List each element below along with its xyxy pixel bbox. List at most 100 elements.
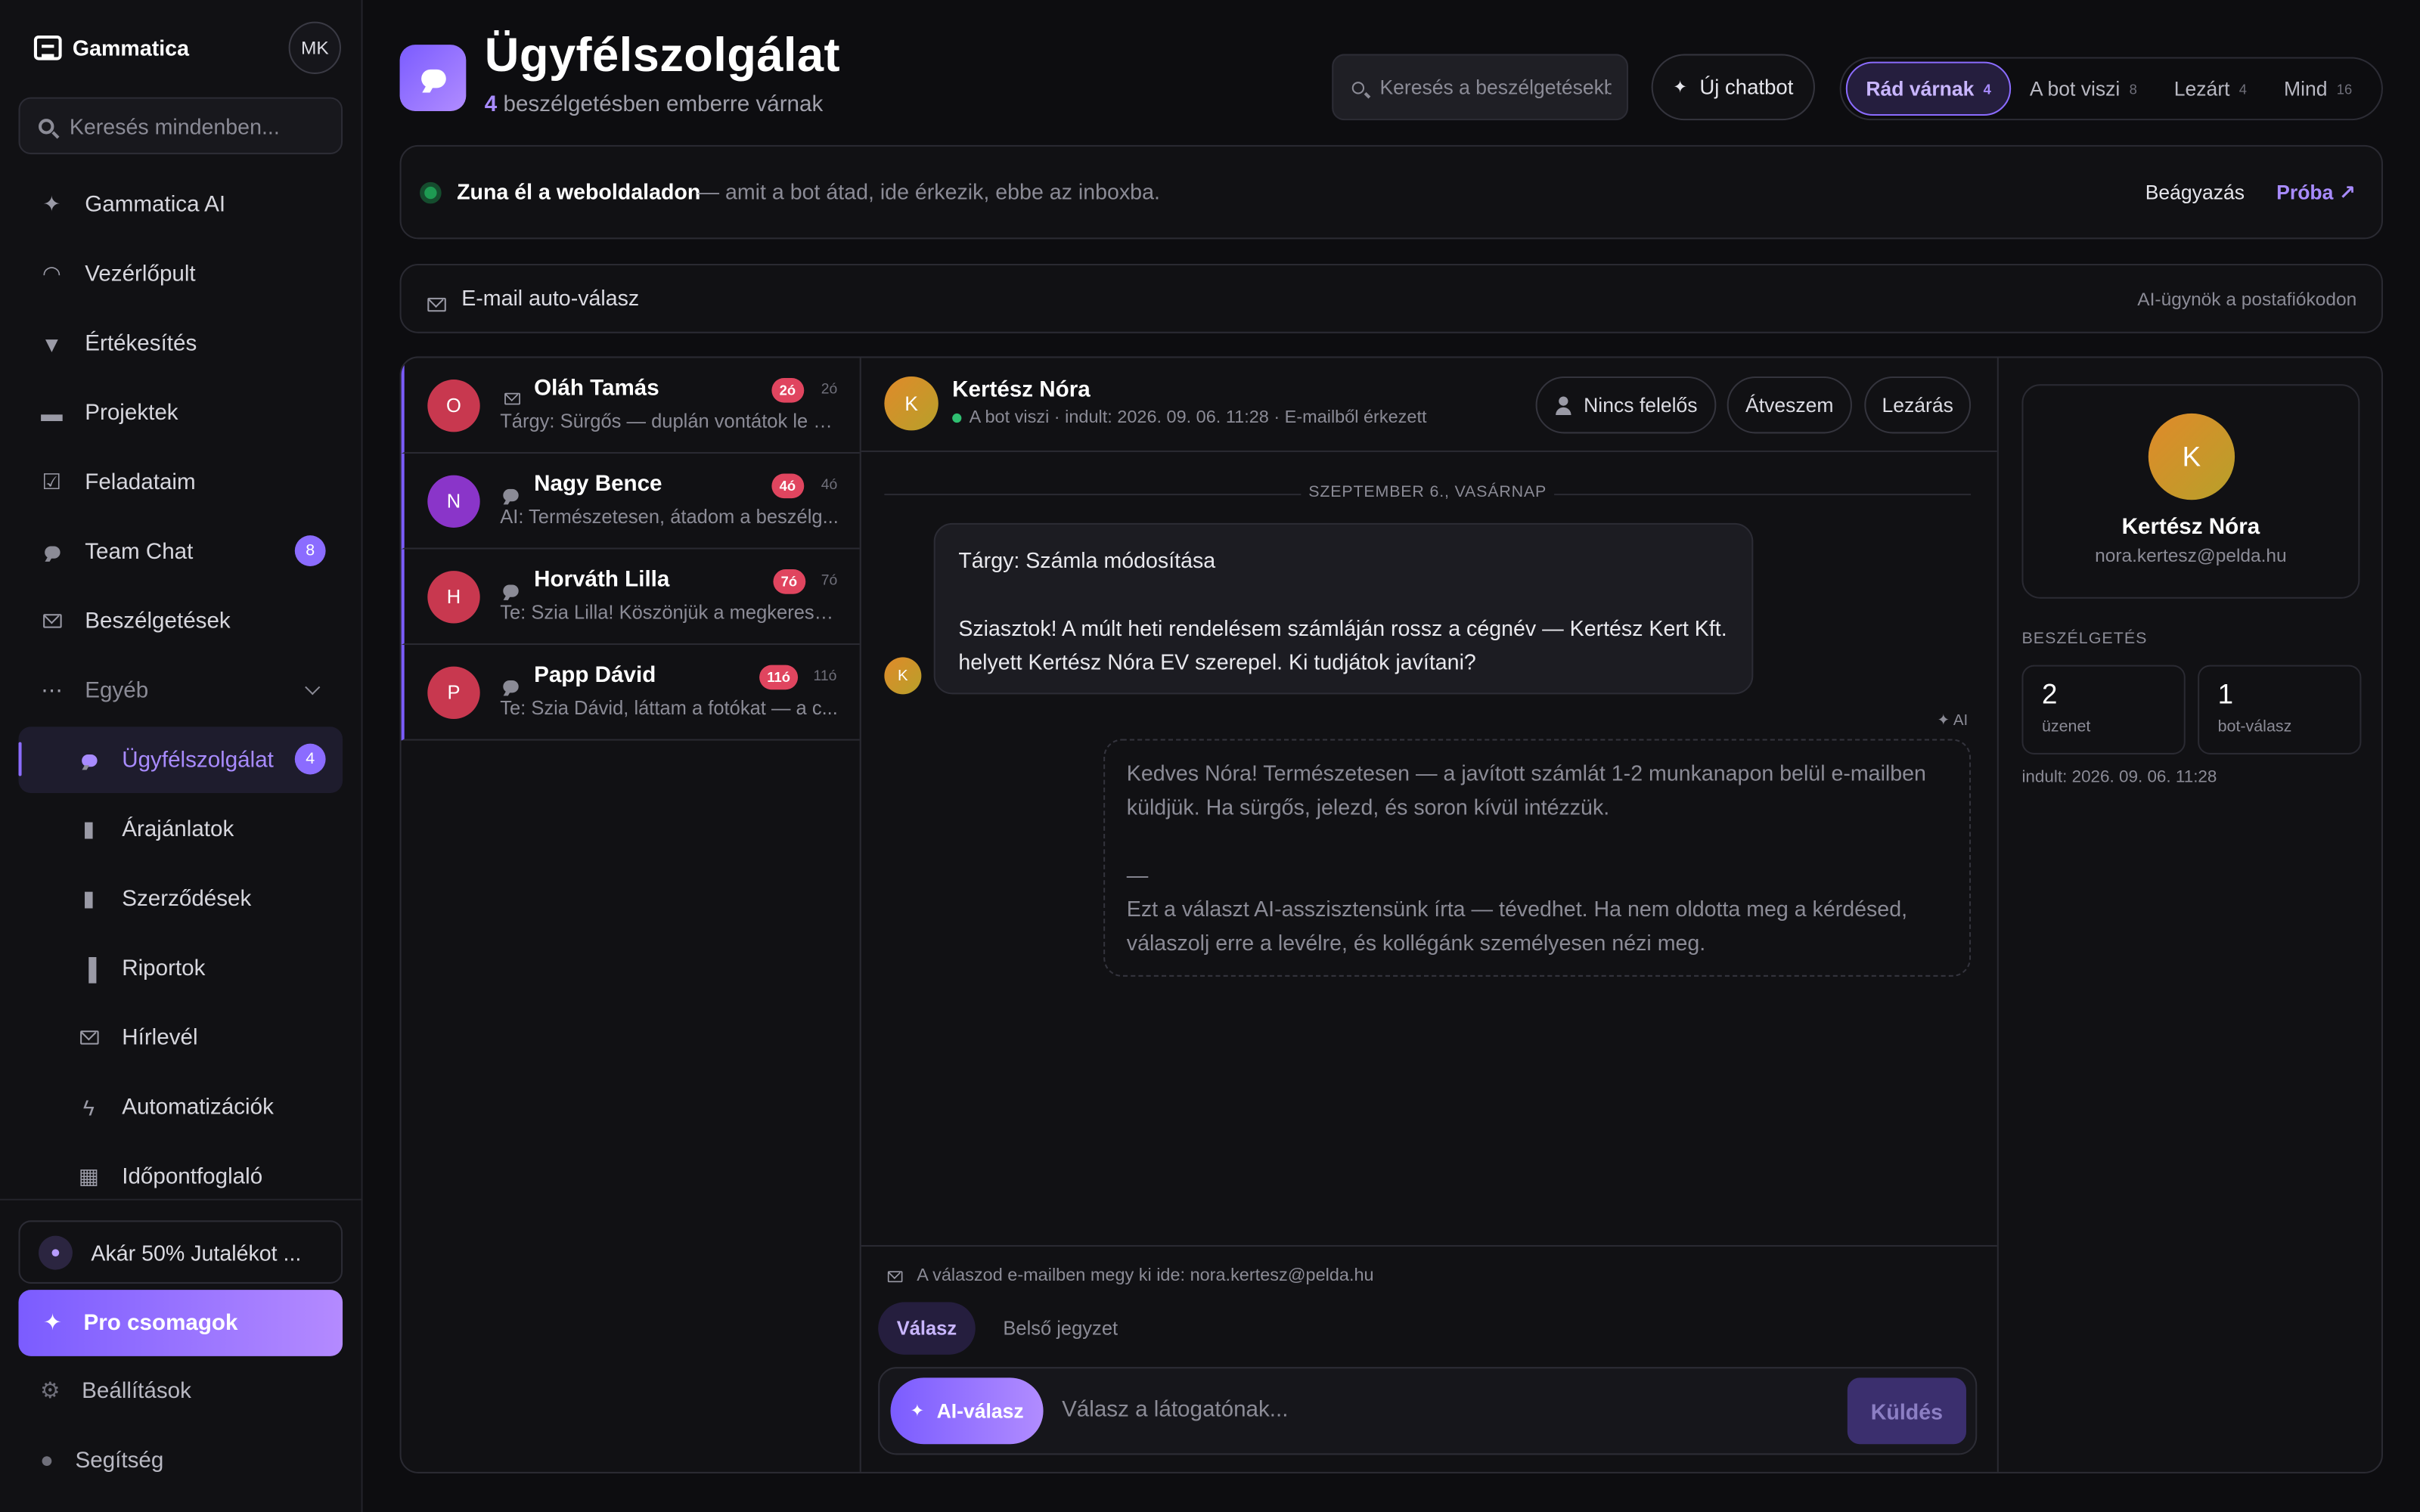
pro-plans-label: Pro csomagok bbox=[83, 1310, 238, 1336]
sidebar-item-sales[interactable]: ▼ Értékesítés bbox=[0, 308, 363, 378]
sidebar-search-input[interactable] bbox=[69, 113, 317, 138]
document-icon: ▮ bbox=[82, 885, 95, 911]
page-subtitle: 4 beszélgetésben emberre várnak bbox=[485, 92, 823, 117]
conversation-header: K Kertész Nóra A bot viszi · indult: 202… bbox=[861, 358, 1997, 452]
sidebar-item-label: Automatizációk bbox=[122, 1094, 274, 1120]
sidebar-item-label: Riportok bbox=[122, 956, 206, 981]
filter-all[interactable]: Mind 16 bbox=[2266, 62, 2371, 116]
ai-reply-button[interactable]: ✦ AI-válasz bbox=[890, 1377, 1044, 1445]
chat-bubble-icon bbox=[420, 68, 445, 88]
email-autoreply-subtitle: AI-ügynök a postafiókodon bbox=[2137, 288, 2357, 311]
message-subject: Tárgy: Számla módosítása bbox=[958, 547, 1216, 573]
new-chatbot-button[interactable]: ✦ Új chatbot bbox=[1651, 54, 1815, 121]
tab-reply[interactable]: Válasz bbox=[878, 1302, 976, 1355]
status-filter: Rád várnak 4 A bot viszi 8 Lezárt 4 Mind… bbox=[1839, 57, 2383, 121]
avatar: H bbox=[427, 571, 480, 624]
brand-name: Gammatica bbox=[72, 35, 189, 60]
status-dot bbox=[952, 413, 962, 423]
folder-icon: ▬ bbox=[41, 400, 63, 426]
sidebar-item-customer-service[interactable]: Ügyfélszolgálat 4 bbox=[0, 725, 363, 795]
timestamp: 2ó bbox=[821, 381, 838, 398]
subtitle-text: beszélgetésben emberre várnak bbox=[497, 92, 824, 118]
sidebar-item-automations[interactable]: ϟ Automatizációk bbox=[0, 1072, 363, 1142]
help-link[interactable]: ● Segítség bbox=[40, 1444, 163, 1478]
promo-label: Akár 50% Jutalékot ... bbox=[91, 1239, 302, 1265]
bolt-icon: ϟ bbox=[82, 1094, 95, 1120]
user-avatar[interactable]: MK bbox=[288, 21, 342, 74]
person-icon bbox=[1554, 395, 1572, 414]
sidebar-item-projects[interactable]: ▬ Projektek bbox=[0, 378, 363, 448]
sidebar-item-conversations[interactable]: Beszélgetések bbox=[0, 587, 363, 656]
filter-closed[interactable]: Lezárt 4 bbox=[2155, 62, 2265, 116]
contact-email[interactable]: nora.kertesz@pelda.hu bbox=[2023, 544, 2358, 566]
mail-icon bbox=[503, 386, 521, 414]
conversation-item[interactable]: O Oláh Tamás 2ó 2ó Tárgy: Sürgős — duplá… bbox=[401, 358, 860, 454]
page-icon bbox=[399, 45, 467, 111]
active-indicator bbox=[18, 742, 22, 776]
conversation-item[interactable]: N Nagy Bence 4ó 4ó AI: Természetesen, át… bbox=[401, 453, 860, 550]
message-preview: Te: Szia Lilla! Köszönjük a megkeresé... bbox=[500, 601, 840, 624]
page-title: Ügyfélszolgálat bbox=[484, 27, 840, 82]
referral-promo[interactable]: ● Akár 50% Jutalékot ... bbox=[18, 1220, 343, 1284]
reply-input[interactable] bbox=[1062, 1391, 1803, 1429]
date-label: SZEPTEMBER 6., VASÁRNAP bbox=[1308, 482, 1547, 502]
tab-internal-note[interactable]: Belső jegyzet bbox=[985, 1302, 1137, 1354]
sidebar-search[interactable] bbox=[18, 97, 343, 155]
take-over-button[interactable]: Átveszem bbox=[1727, 376, 1852, 434]
sidebar-item-quotes[interactable]: ▮ Árajánlatok bbox=[0, 795, 363, 864]
document-icon: ▮ bbox=[82, 816, 95, 841]
avatar: O bbox=[427, 380, 480, 432]
embed-link[interactable]: Beágyazás bbox=[2145, 181, 2245, 204]
chat-icon bbox=[503, 577, 519, 605]
sidebar-item-label: Beszélgetések bbox=[85, 609, 231, 634]
conversation-item[interactable]: P Papp Dávid 11ó 11ó Te: Szia Dávid, lát… bbox=[401, 645, 860, 741]
sidebar-item-team-chat[interactable]: Team Chat 8 bbox=[0, 517, 363, 587]
conversation-meta: A bot viszi · indult: 2026. 09. 06. 11:2… bbox=[952, 409, 1426, 427]
filter-waiting[interactable]: Rád várnak 4 bbox=[1845, 61, 2012, 116]
stat-bot-replies: 1 bot-válasz bbox=[2198, 665, 2362, 754]
sidebar-item-tasks[interactable]: ☑ Feladataim bbox=[0, 448, 363, 517]
assignee-button[interactable]: Nincs felelős bbox=[1535, 376, 1717, 434]
more-icon: ⋯ bbox=[41, 677, 63, 702]
email-autoreply-banner[interactable]: E-mail auto-válasz AI-ügynök a postafiók… bbox=[399, 263, 2383, 333]
sidebar-item-contracts[interactable]: ▮ Szerződések bbox=[0, 864, 363, 934]
started-at: indult: 2026. 09. 06. 11:28 bbox=[2021, 768, 2217, 787]
ai-reply-label: AI-válasz bbox=[936, 1399, 1024, 1423]
sidebar-item-label: Gammatica AI bbox=[85, 192, 226, 217]
filter-label: A bot viszi bbox=[2029, 77, 2121, 101]
settings-link[interactable]: ⚙ Beállítások bbox=[40, 1374, 191, 1408]
live-title: Zuna él a weboldaladon bbox=[457, 178, 701, 204]
conversation-search[interactable] bbox=[1332, 54, 1629, 121]
filter-count: 4 bbox=[1983, 81, 1991, 97]
conversation-item[interactable]: H Horváth Lilla 7ó 7ó Te: Szia Lilla! Kö… bbox=[401, 549, 860, 646]
count-badge: 8 bbox=[294, 535, 326, 566]
sidebar-item-dashboard[interactable]: ◠ Vezérlőpult bbox=[0, 239, 363, 308]
wait-time-badge: 11ó bbox=[759, 665, 799, 690]
filter-label: Rád várnak bbox=[1866, 77, 1975, 101]
sidebar-item-gammatica-ai[interactable]: ✦ Gammatica AI bbox=[0, 169, 363, 239]
timestamp: 4ó bbox=[821, 476, 838, 494]
stat-messages: 2 üzenet bbox=[2021, 665, 2186, 754]
bar-chart-icon: ▐ bbox=[81, 956, 97, 981]
ai-reply-message: Kedves Nóra! Természetesen — a javított … bbox=[1103, 739, 1972, 977]
filter-bot[interactable]: A bot viszi 8 bbox=[2011, 62, 2155, 116]
sidebar-item-more[interactable]: ⋯ Egyéb bbox=[0, 655, 363, 725]
meta-text: A bot viszi · indult: 2026. 09. 06. 11:2… bbox=[969, 408, 1427, 428]
brand[interactable]: Gammatica bbox=[33, 31, 189, 65]
stat-label: üzenet bbox=[2041, 717, 2091, 736]
sidebar-item-reports[interactable]: ▐ Riportok bbox=[0, 934, 363, 1003]
pro-plans-button[interactable]: ✦ Pro csomagok bbox=[18, 1290, 343, 1356]
sidebar-item-label: Időpontfoglaló bbox=[122, 1163, 263, 1189]
filter-count: 16 bbox=[2336, 81, 2353, 97]
conversation-search-input[interactable] bbox=[1379, 75, 1612, 99]
sidebar-item-label: Értékesítés bbox=[85, 330, 197, 356]
composer-tabs: Válasz Belső jegyzet bbox=[878, 1302, 1137, 1355]
sidebar-item-newsletter[interactable]: Hírlevél bbox=[0, 1003, 363, 1073]
send-button[interactable]: Küldés bbox=[1847, 1377, 1966, 1445]
ai-reply-dash: — bbox=[1126, 862, 1149, 888]
try-link[interactable]: Próba ↗ bbox=[2276, 181, 2356, 206]
gear-icon: ⚙ bbox=[40, 1379, 60, 1405]
message-body: Sziasztok! A múlt heti rendelésem számlá… bbox=[958, 615, 1727, 674]
close-conversation-button[interactable]: Lezárás bbox=[1864, 376, 1972, 434]
search-icon bbox=[1351, 81, 1365, 94]
